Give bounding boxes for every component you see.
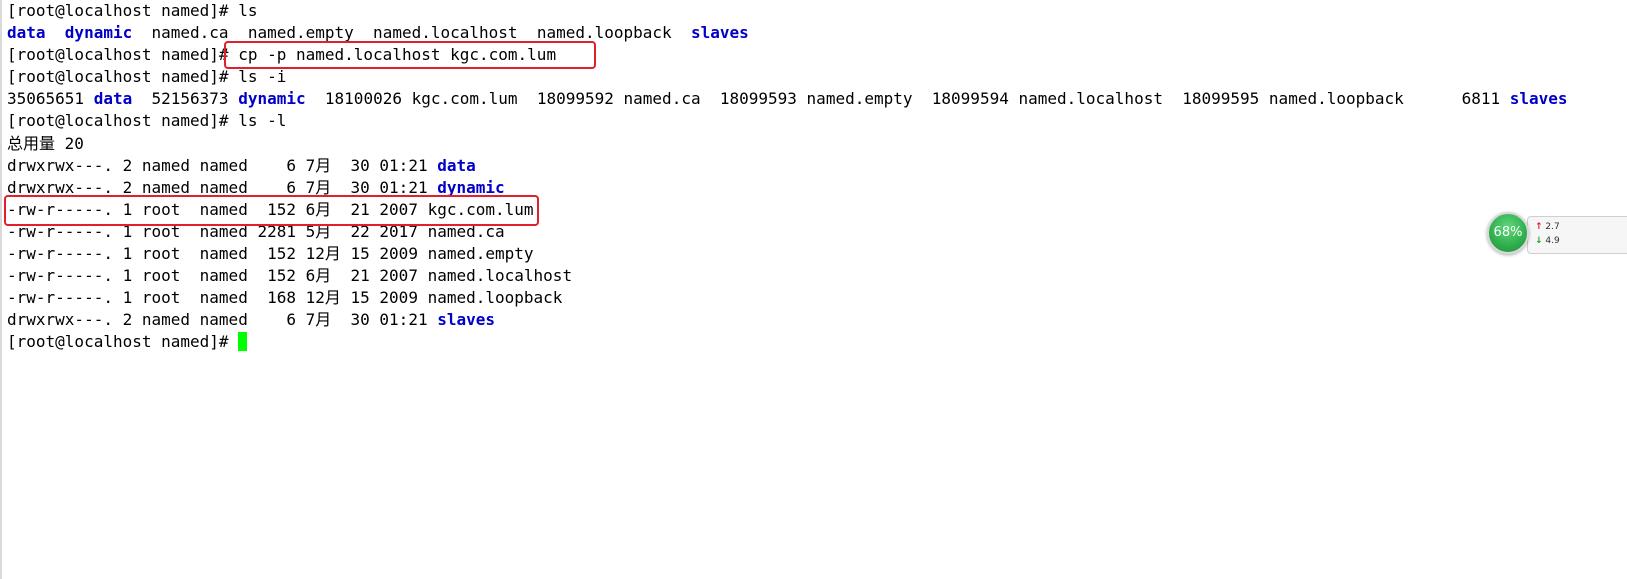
directory-name: dynamic [238,89,306,109]
terminal-line: -rw-r-----. 1 root named 152 12月 15 2009… [7,243,1568,265]
directory-name: dynamic [64,23,133,43]
terminal-text: 35065651 [7,89,94,109]
upload-speed-row: ↑ 2.7 [1535,222,1560,232]
terminal-text: [root@localhost named]# ls -i [7,67,287,87]
directory-name: slaves [437,310,496,330]
terminal-text: [root@localhost named]# [7,332,239,352]
terminal-text: 总用量 20 [7,133,84,153]
terminal-text: [root@localhost named]# ls -l [7,111,287,131]
terminal-text: -rw-r-----. 1 root named 152 6月 21 2007 … [7,266,573,286]
terminal-line: [root@localhost named]# ls -i [7,66,1568,88]
terminal-text: -rw-r-----. 1 root named 152 12月 15 2009… [7,244,534,264]
terminal-text: drwxrwx---. 2 named named 6 7月 30 01:21 [7,310,438,330]
window-left-border [0,0,2,579]
directory-name: data [93,89,133,109]
terminal-line: -rw-r-----. 1 root named 152 6月 21 2007 … [7,265,1568,287]
terminal-text: 52156373 [132,89,239,109]
upload-arrow-icon: ↑ [1535,222,1543,232]
highlight-kgc-row [4,195,539,226]
download-speed-row: ↓ 4.9 [1535,236,1560,246]
terminal-line: drwxrwx---. 2 named named 6 7月 30 01:21 … [7,309,1568,331]
terminal-line: [root@localhost named]# [7,331,1568,353]
terminal-line: -rw-r-----. 1 root named 168 12月 15 2009… [7,287,1568,309]
terminal-line: drwxrwx---. 2 named named 6 7月 30 01:21 … [7,155,1568,177]
terminal-cursor[interactable] [238,332,248,352]
directory-name: data [437,155,476,175]
terminal-text: 18100026 kgc.com.lum 18099592 named.ca 1… [305,89,1510,109]
terminal-line: 35065651 data 52156373 dynamic 18100026 … [7,88,1568,110]
terminal-text: drwxrwx---. 2 named named 6 7月 30 01:21 [7,155,438,175]
directory-name: data [7,23,46,43]
download-speed: 4.9 [1545,236,1560,246]
upload-speed: 2.7 [1545,222,1560,232]
terminal-text: named.ca named.empty named.localhost nam… [132,23,691,43]
terminal-text: [root@localhost named]# ls [7,1,258,20]
directory-name: slaves [690,23,749,43]
terminal-text: drwxrwx---. 2 named named 6 7月 30 01:21 [7,177,438,197]
download-arrow-icon: ↓ [1535,236,1543,246]
memory-usage-gauge[interactable]: 68% [1487,212,1529,254]
terminal-line: [root@localhost named]# ls -l [7,110,1568,132]
terminal-text: -rw-r-----. 1 root named 168 12月 15 2009… [7,288,563,308]
highlight-cp-command [224,41,596,69]
terminal-line: [root@localhost named]# ls [7,0,1568,22]
directory-name: slaves [1509,89,1568,109]
network-speed-widget[interactable]: 68% ↑ 2.7 ↓ 4.9 [1487,212,1627,256]
terminal-line: 总用量 20 [7,133,1568,155]
directory-name: dynamic [437,177,505,197]
